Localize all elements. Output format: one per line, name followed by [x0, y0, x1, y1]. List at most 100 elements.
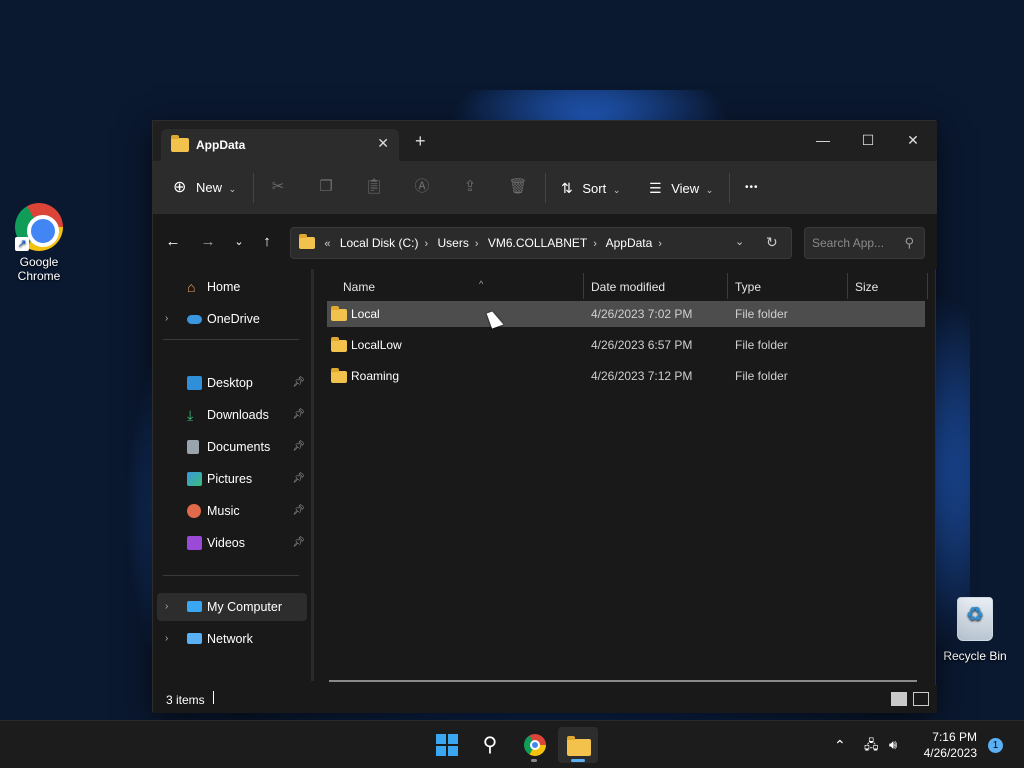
- breadcrumb-appdata[interactable]: AppData: [606, 236, 653, 250]
- nav-divider: [163, 575, 299, 576]
- minimize-button[interactable]: —: [803, 127, 843, 153]
- pin-icon: 📌︎: [292, 409, 305, 420]
- system-clock[interactable]: 7:16 PM 4/26/2023: [912, 729, 977, 761]
- taskbar-file-explorer-button[interactable]: [558, 727, 598, 763]
- chevron-right-icon[interactable]: ›: [165, 593, 168, 621]
- nav-item-music[interactable]: Music 📌︎: [157, 497, 307, 525]
- paste-icon[interactable]: 📋︎: [364, 177, 384, 197]
- close-tab-icon[interactable]: ✕: [377, 135, 389, 152]
- column-divider[interactable]: [583, 273, 584, 299]
- file-list-horizontal-scrollbar[interactable]: [329, 680, 917, 682]
- nav-item-videos[interactable]: Videos 📌︎: [157, 529, 307, 557]
- back-button[interactable]: ←: [163, 233, 183, 251]
- plus-circle-icon: ⊕: [173, 179, 187, 196]
- column-header-name[interactable]: Name ^: [343, 275, 483, 299]
- pin-icon: 📌︎: [292, 441, 305, 452]
- column-divider[interactable]: [727, 273, 728, 299]
- recent-locations-button[interactable]: ⌄: [229, 233, 249, 251]
- nav-item-onedrive[interactable]: › OneDrive: [157, 305, 307, 333]
- file-explorer-icon: [567, 736, 591, 756]
- download-icon: ⤓: [187, 407, 194, 423]
- file-row-roaming[interactable]: Roaming 4/26/2023 7:12 PM File folder: [327, 363, 925, 389]
- address-history-dropdown-icon[interactable]: ⌄: [735, 235, 744, 248]
- network-icon: [187, 633, 202, 644]
- chevron-right-icon[interactable]: ›: [475, 238, 479, 250]
- cut-icon[interactable]: ✂: [268, 177, 288, 197]
- desktop-icon-label: Google Chrome: [17, 255, 61, 283]
- pin-icon: 📌︎: [292, 473, 305, 484]
- folder-icon: [299, 234, 315, 249]
- clock-date: 4/26/2023: [923, 746, 977, 760]
- show-hidden-icons-button[interactable]: ⌃: [834, 721, 846, 768]
- navigation-pane: ⌂ Home › OneDrive Desktop 📌︎ ⤓ Downloads…: [153, 269, 311, 681]
- forward-button[interactable]: →: [198, 233, 218, 251]
- column-header-date-modified[interactable]: Date modified: [591, 275, 665, 299]
- up-button[interactable]: ↑: [257, 233, 277, 251]
- new-tab-button[interactable]: +: [415, 132, 426, 150]
- chevron-right-icon[interactable]: ›: [658, 238, 662, 250]
- refresh-icon[interactable]: ↻: [766, 234, 778, 251]
- clock-time: 7:16 PM: [932, 730, 977, 744]
- breadcrumb-users[interactable]: Users: [438, 236, 469, 250]
- chevron-right-icon[interactable]: ›: [165, 625, 168, 653]
- file-list: Name ^ Date modified Type Size Local 4/2…: [319, 269, 935, 681]
- more-options-button[interactable]: •••: [745, 176, 759, 200]
- sort-button[interactable]: ⇅ Sort ⌄: [561, 176, 620, 200]
- details-view-button[interactable]: [891, 692, 907, 706]
- desktop-icon-recycle-bin[interactable]: Recycle Bin: [939, 597, 1011, 663]
- chrome-icon: ↗: [15, 203, 63, 251]
- nav-item-downloads[interactable]: ⤓ Downloads 📌︎: [157, 401, 307, 429]
- taskbar-search-button[interactable]: ⚲: [470, 727, 510, 763]
- chevron-down-icon: ⌄: [705, 185, 714, 195]
- search-input[interactable]: [812, 235, 896, 251]
- breadcrumb-overflow[interactable]: «: [324, 238, 330, 250]
- desktop-icon-google-chrome[interactable]: ↗ Google Chrome: [3, 203, 75, 283]
- view-button[interactable]: ☰ View ⌄: [649, 176, 713, 200]
- breadcrumb-local-disk[interactable]: Local Disk (C:): [340, 236, 419, 250]
- command-bar: ⊕ New ⌄ ✂ ❐ 📋︎ Ⓐ ⇪ 🗑︎ ⇅ Sort ⌄ ☰ View ⌄ …: [153, 161, 937, 215]
- chevron-right-icon[interactable]: ›: [593, 238, 597, 250]
- tab-title: AppData: [196, 138, 246, 152]
- network-status-icon[interactable]: 🖧︎: [864, 721, 879, 768]
- toolbar-divider: [545, 173, 546, 203]
- file-row-locallow[interactable]: LocalLow 4/26/2023 6:57 PM File folder: [327, 332, 925, 358]
- copy-icon[interactable]: ❐: [316, 177, 336, 197]
- status-divider: [213, 691, 214, 704]
- tab-appdata[interactable]: AppData ✕: [161, 129, 399, 161]
- close-window-button[interactable]: ✕: [893, 127, 933, 153]
- search-icon: ⚲: [904, 235, 914, 250]
- nav-item-network[interactable]: › Network: [157, 625, 307, 653]
- recycle-bin-icon: [951, 597, 999, 645]
- start-button[interactable]: [426, 727, 466, 763]
- music-icon: [187, 504, 201, 518]
- breadcrumb-user-folder[interactable]: VM6.COLLABNET: [488, 236, 587, 250]
- taskbar-chrome-button[interactable]: [514, 727, 554, 763]
- address-bar[interactable]: « Local Disk (C:) › Users › VM6.COLLABNET ›…: [290, 227, 792, 259]
- share-icon[interactable]: ⇪: [460, 177, 480, 197]
- delete-icon[interactable]: 🗑︎: [508, 177, 528, 197]
- desktop-icon: [187, 376, 202, 390]
- tiles-view-button[interactable]: [913, 692, 929, 706]
- nav-item-documents[interactable]: Documents 📌︎: [157, 433, 307, 461]
- chevron-right-icon[interactable]: ›: [165, 305, 168, 333]
- nav-item-home[interactable]: ⌂ Home: [157, 273, 307, 301]
- notification-badge[interactable]: 1: [988, 738, 1003, 753]
- column-header-size[interactable]: Size: [855, 275, 878, 299]
- rename-icon[interactable]: Ⓐ: [412, 177, 432, 197]
- nav-item-my-computer[interactable]: › My Computer: [157, 593, 307, 621]
- navigation-pane-scrollbar[interactable]: [311, 269, 314, 681]
- nav-item-pictures[interactable]: Pictures 📌︎: [157, 465, 307, 493]
- taskbar: ⚲ ⌃ 🖧︎ 🔊︎ 7:16 PM 4/26/2023 1: [0, 720, 1024, 768]
- column-header-type[interactable]: Type: [735, 275, 761, 299]
- new-button[interactable]: ⊕ New ⌄: [173, 176, 236, 200]
- search-icon: ⚲: [482, 734, 498, 756]
- search-box[interactable]: ⚲: [804, 227, 925, 259]
- column-divider[interactable]: [927, 273, 928, 299]
- maximize-button[interactable]: ☐: [848, 127, 888, 153]
- column-divider[interactable]: [847, 273, 848, 299]
- file-row-local[interactable]: Local 4/26/2023 7:02 PM File folder: [327, 301, 925, 327]
- volume-icon[interactable]: 🔊︎: [889, 721, 897, 768]
- nav-item-desktop[interactable]: Desktop 📌︎: [157, 369, 307, 397]
- chevron-right-icon[interactable]: ›: [425, 238, 429, 250]
- title-bar[interactable]: AppData ✕ + — ☐ ✕: [153, 121, 937, 161]
